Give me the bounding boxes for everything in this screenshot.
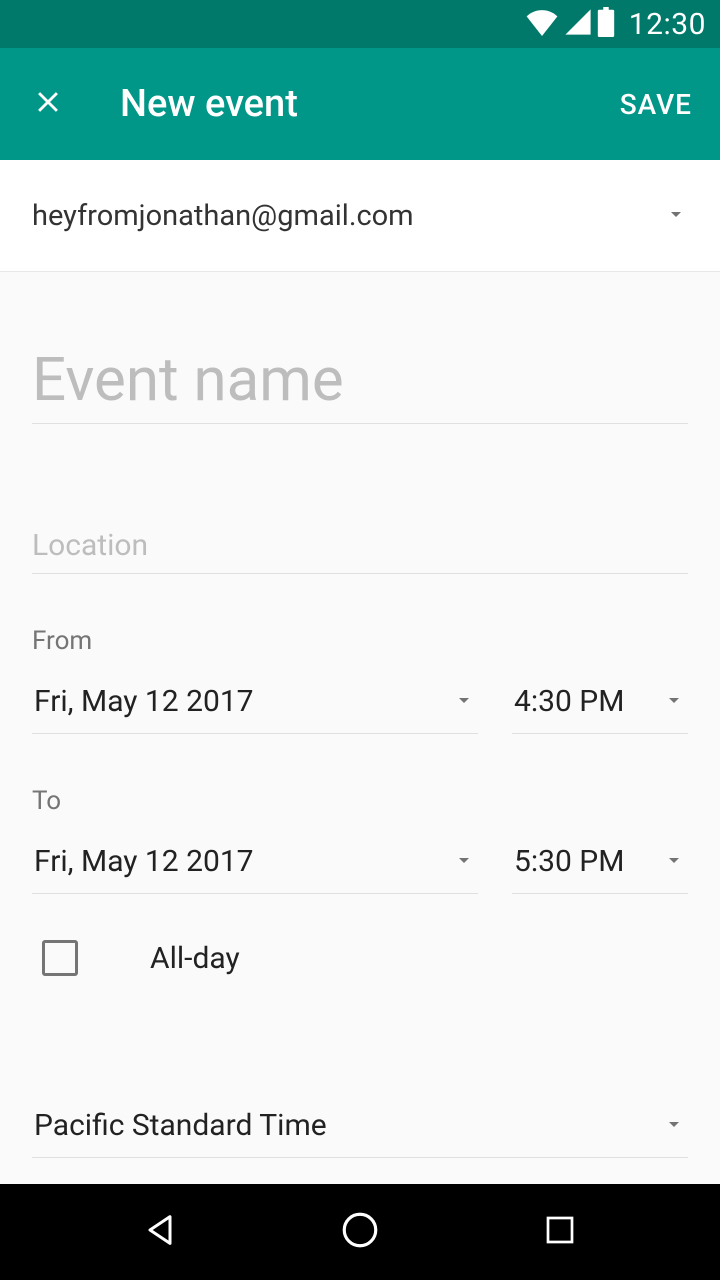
- timezone-text: Pacific Standard Time: [34, 1108, 327, 1143]
- dropdown-icon: [452, 688, 476, 716]
- app-bar: New event SAVE: [0, 48, 720, 160]
- back-icon: [140, 1210, 180, 1254]
- battery-icon: [597, 7, 615, 41]
- from-row: Fri, May 12 2017 4:30 PM: [32, 672, 688, 734]
- wifi-icon: [525, 8, 559, 40]
- home-icon: [339, 1209, 381, 1255]
- event-name-input[interactable]: [32, 344, 688, 415]
- location-input[interactable]: [32, 528, 688, 563]
- close-icon: [31, 85, 65, 123]
- location-field: [32, 528, 688, 574]
- status-time: 12:30: [629, 7, 706, 42]
- save-button[interactable]: SAVE: [620, 88, 692, 121]
- dropdown-icon: [452, 848, 476, 876]
- dropdown-icon: [662, 1112, 686, 1140]
- from-time-picker[interactable]: 4:30 PM: [512, 672, 688, 734]
- from-label: From: [32, 626, 688, 656]
- form-body: From Fri, May 12 2017 4:30 PM To Fri, Ma…: [0, 272, 720, 1184]
- app-bar-title: New event: [120, 82, 620, 126]
- dropdown-icon: [662, 688, 686, 716]
- account-selector[interactable]: heyfromjonathan@gmail.com: [0, 160, 720, 272]
- to-row: Fri, May 12 2017 5:30 PM: [32, 832, 688, 894]
- cellular-icon: [563, 8, 593, 40]
- back-button[interactable]: [134, 1206, 186, 1258]
- close-button[interactable]: [28, 84, 68, 124]
- to-time-picker[interactable]: 5:30 PM: [512, 832, 688, 894]
- event-name-field: [32, 344, 688, 424]
- recents-button[interactable]: [534, 1206, 586, 1258]
- status-bar: 12:30: [0, 0, 720, 48]
- from-date-picker[interactable]: Fri, May 12 2017: [32, 672, 478, 734]
- from-date-text: Fri, May 12 2017: [34, 684, 254, 719]
- allday-checkbox[interactable]: [42, 940, 78, 976]
- to-label: To: [32, 786, 688, 816]
- recents-icon: [542, 1212, 578, 1252]
- status-icons: 12:30: [525, 7, 706, 42]
- from-time-text: 4:30 PM: [514, 684, 624, 719]
- dropdown-icon: [662, 848, 686, 876]
- timezone-picker[interactable]: Pacific Standard Time: [32, 1096, 688, 1158]
- allday-label: All-day: [150, 941, 240, 976]
- allday-row: All-day: [32, 940, 688, 976]
- to-date-picker[interactable]: Fri, May 12 2017: [32, 832, 478, 894]
- to-time-text: 5:30 PM: [514, 844, 624, 879]
- home-button[interactable]: [334, 1206, 386, 1258]
- to-date-text: Fri, May 12 2017: [34, 844, 254, 879]
- dropdown-icon: [664, 202, 688, 230]
- android-nav-bar: [0, 1184, 720, 1280]
- account-email: heyfromjonathan@gmail.com: [32, 199, 664, 233]
